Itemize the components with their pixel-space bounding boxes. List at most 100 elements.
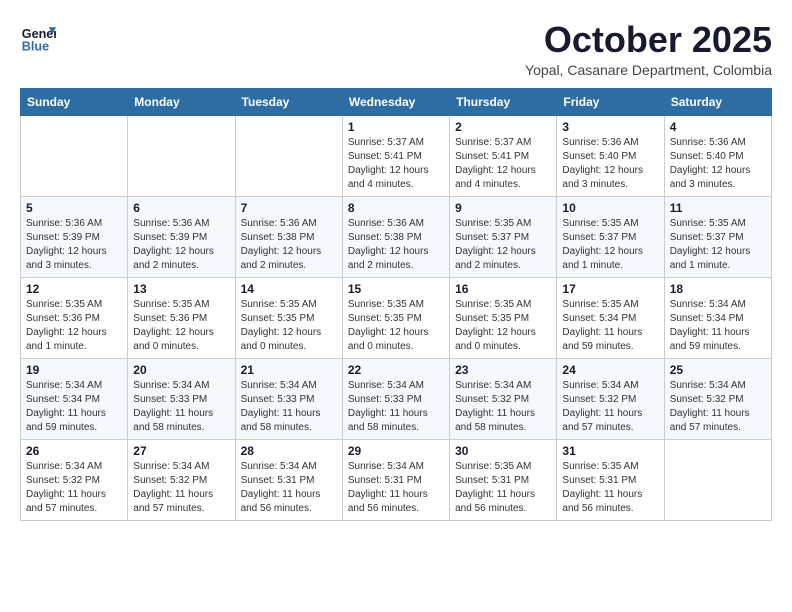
day-detail: Sunrise: 5:35 AM Sunset: 5:35 PM Dayligh… [241,298,337,354]
calendar-week-row: 5 Sunrise: 5:36 AM Sunset: 5:39 PM Daylig… [21,196,772,277]
calendar-cell: 1Sunrise: 5:37 AM Sunset: 5:41 PM Daylig… [342,115,449,196]
calendar-cell: 20Sunrise: 5:34 AM Sunset: 5:33 PM Dayli… [128,358,235,439]
day-number: 2 [455,120,551,134]
day-number: 13 [133,282,229,296]
day-number: 15 [348,282,444,296]
weekday-header-monday: Monday [128,88,235,115]
day-number: 11 [670,201,766,215]
calendar-week-row: 1 Sunrise: 5:37 AM Sunset: 5:41 PM Daylig… [21,115,772,196]
calendar-cell: 16 Sunrise: 5:35 AM Sunset: 5:35 PM Dayli… [450,277,557,358]
calendar-cell: 15 Sunrise: 5:35 AM Sunset: 5:35 PM Dayli… [342,277,449,358]
calendar-week-row: 19Sunrise: 5:34 AM Sunset: 5:34 PM Dayli… [21,358,772,439]
day-detail: Sunrise: 5:34 AM Sunset: 5:34 PM Dayligh… [670,298,766,354]
day-detail: Sunrise: 5:35 AM Sunset: 5:36 PM Dayligh… [133,298,229,354]
day-detail: Sunrise: 5:34 AM Sunset: 5:32 PM Dayligh… [562,379,658,435]
weekday-header-thursday: Thursday [450,88,557,115]
calendar-cell: 21Sunrise: 5:34 AM Sunset: 5:33 PM Dayli… [235,358,342,439]
calendar-cell: 13 Sunrise: 5:35 AM Sunset: 5:36 PM Dayli… [128,277,235,358]
day-number: 31 [562,444,658,458]
calendar-week-row: 26Sunrise: 5:34 AM Sunset: 5:32 PM Dayli… [21,439,772,520]
calendar-cell: 3 Sunrise: 5:36 AM Sunset: 5:40 PM Daylig… [557,115,664,196]
day-number: 1 [348,120,444,134]
calendar-cell [128,115,235,196]
day-detail: Sunrise: 5:35 AM Sunset: 5:37 PM Dayligh… [562,217,658,273]
weekday-header-wednesday: Wednesday [342,88,449,115]
day-detail: Sunrise: 5:34 AM Sunset: 5:32 PM Dayligh… [455,379,551,435]
calendar-cell: 27 Sunrise: 5:34 AM Sunset: 5:32 PM Dayli… [128,439,235,520]
weekday-header-sunday: Sunday [21,88,128,115]
calendar-cell: 25 Sunrise: 5:34 AM Sunset: 5:32 PM Dayli… [664,358,771,439]
day-detail: Sunrise: 5:34 AM Sunset: 5:31 PM Dayligh… [241,460,337,516]
day-number: 23 [455,363,551,377]
calendar-cell: 18 Sunrise: 5:34 AM Sunset: 5:34 PM Dayli… [664,277,771,358]
day-detail: Sunrise: 5:36 AM Sunset: 5:38 PM Dayligh… [241,217,337,273]
calendar-cell: 11Sunrise: 5:35 AM Sunset: 5:37 PM Dayli… [664,196,771,277]
day-detail: Sunrise: 5:35 AM Sunset: 5:35 PM Dayligh… [348,298,444,354]
calendar-cell: 29 Sunrise: 5:34 AM Sunset: 5:31 PM Dayli… [342,439,449,520]
day-number: 16 [455,282,551,296]
svg-text:Blue: Blue [22,40,49,54]
location-subtitle: Yopal, Casanare Department, Colombia [525,62,772,78]
day-detail: Sunrise: 5:34 AM Sunset: 5:31 PM Dayligh… [348,460,444,516]
day-detail: Sunrise: 5:35 AM Sunset: 5:35 PM Dayligh… [455,298,551,354]
day-number: 27 [133,444,229,458]
calendar-cell: 10 Sunrise: 5:35 AM Sunset: 5:37 PM Dayli… [557,196,664,277]
calendar-cell: 8 Sunrise: 5:36 AM Sunset: 5:38 PM Daylig… [342,196,449,277]
page-header: General Blue October 2025 Yopal, Casanar… [20,20,772,78]
calendar-cell: 28Sunrise: 5:34 AM Sunset: 5:31 PM Dayli… [235,439,342,520]
month-title: October 2025 [525,20,772,60]
calendar-cell: 12 Sunrise: 5:35 AM Sunset: 5:36 PM Dayli… [21,277,128,358]
day-number: 29 [348,444,444,458]
calendar-cell: 19Sunrise: 5:34 AM Sunset: 5:34 PM Dayli… [21,358,128,439]
calendar-cell: 31 Sunrise: 5:35 AM Sunset: 5:31 PM Dayli… [557,439,664,520]
day-number: 17 [562,282,658,296]
calendar-cell: 9Sunrise: 5:35 AM Sunset: 5:37 PM Daylig… [450,196,557,277]
calendar-cell: 6Sunrise: 5:36 AM Sunset: 5:39 PM Daylig… [128,196,235,277]
day-number: 20 [133,363,229,377]
day-number: 7 [241,201,337,215]
day-detail: Sunrise: 5:34 AM Sunset: 5:33 PM Dayligh… [241,379,337,435]
calendar-cell: 14Sunrise: 5:35 AM Sunset: 5:35 PM Dayli… [235,277,342,358]
weekday-header-row: SundayMondayTuesdayWednesdayThursdayFrid… [21,88,772,115]
day-detail: Sunrise: 5:34 AM Sunset: 5:32 PM Dayligh… [670,379,766,435]
calendar-cell: 4Sunrise: 5:36 AM Sunset: 5:40 PM Daylig… [664,115,771,196]
day-number: 18 [670,282,766,296]
day-detail: Sunrise: 5:37 AM Sunset: 5:41 PM Dayligh… [455,136,551,192]
day-detail: Sunrise: 5:35 AM Sunset: 5:34 PM Dayligh… [562,298,658,354]
day-number: 9 [455,201,551,215]
day-detail: Sunrise: 5:35 AM Sunset: 5:31 PM Dayligh… [455,460,551,516]
calendar-cell: 5 Sunrise: 5:36 AM Sunset: 5:39 PM Daylig… [21,196,128,277]
day-detail: Sunrise: 5:34 AM Sunset: 5:32 PM Dayligh… [133,460,229,516]
day-number: 8 [348,201,444,215]
calendar-cell: 7 Sunrise: 5:36 AM Sunset: 5:38 PM Daylig… [235,196,342,277]
calendar-cell: 22Sunrise: 5:34 AM Sunset: 5:33 PM Dayli… [342,358,449,439]
day-detail: Sunrise: 5:35 AM Sunset: 5:31 PM Dayligh… [562,460,658,516]
weekday-header-saturday: Saturday [664,88,771,115]
day-detail: Sunrise: 5:35 AM Sunset: 5:36 PM Dayligh… [26,298,122,354]
calendar-table: SundayMondayTuesdayWednesdayThursdayFrid… [20,88,772,521]
logo-icon: General Blue [20,20,56,56]
day-detail: Sunrise: 5:34 AM Sunset: 5:33 PM Dayligh… [348,379,444,435]
day-number: 10 [562,201,658,215]
day-number: 4 [670,120,766,134]
day-detail: Sunrise: 5:36 AM Sunset: 5:38 PM Dayligh… [348,217,444,273]
calendar-cell: 24 Sunrise: 5:34 AM Sunset: 5:32 PM Dayli… [557,358,664,439]
day-number: 3 [562,120,658,134]
day-number: 25 [670,363,766,377]
title-block: October 2025 Yopal, Casanare Department,… [525,20,772,78]
day-detail: Sunrise: 5:36 AM Sunset: 5:40 PM Dayligh… [562,136,658,192]
day-number: 12 [26,282,122,296]
calendar-week-row: 12 Sunrise: 5:35 AM Sunset: 5:36 PM Dayli… [21,277,772,358]
day-detail: Sunrise: 5:36 AM Sunset: 5:39 PM Dayligh… [26,217,122,273]
day-number: 30 [455,444,551,458]
day-number: 5 [26,201,122,215]
weekday-header-friday: Friday [557,88,664,115]
day-number: 19 [26,363,122,377]
day-number: 24 [562,363,658,377]
calendar-cell: 23 Sunrise: 5:34 AM Sunset: 5:32 PM Dayli… [450,358,557,439]
calendar-cell [664,439,771,520]
calendar-cell: 26Sunrise: 5:34 AM Sunset: 5:32 PM Dayli… [21,439,128,520]
calendar-cell: 30 Sunrise: 5:35 AM Sunset: 5:31 PM Dayli… [450,439,557,520]
day-detail: Sunrise: 5:34 AM Sunset: 5:32 PM Dayligh… [26,460,122,516]
logo: General Blue [20,20,56,56]
